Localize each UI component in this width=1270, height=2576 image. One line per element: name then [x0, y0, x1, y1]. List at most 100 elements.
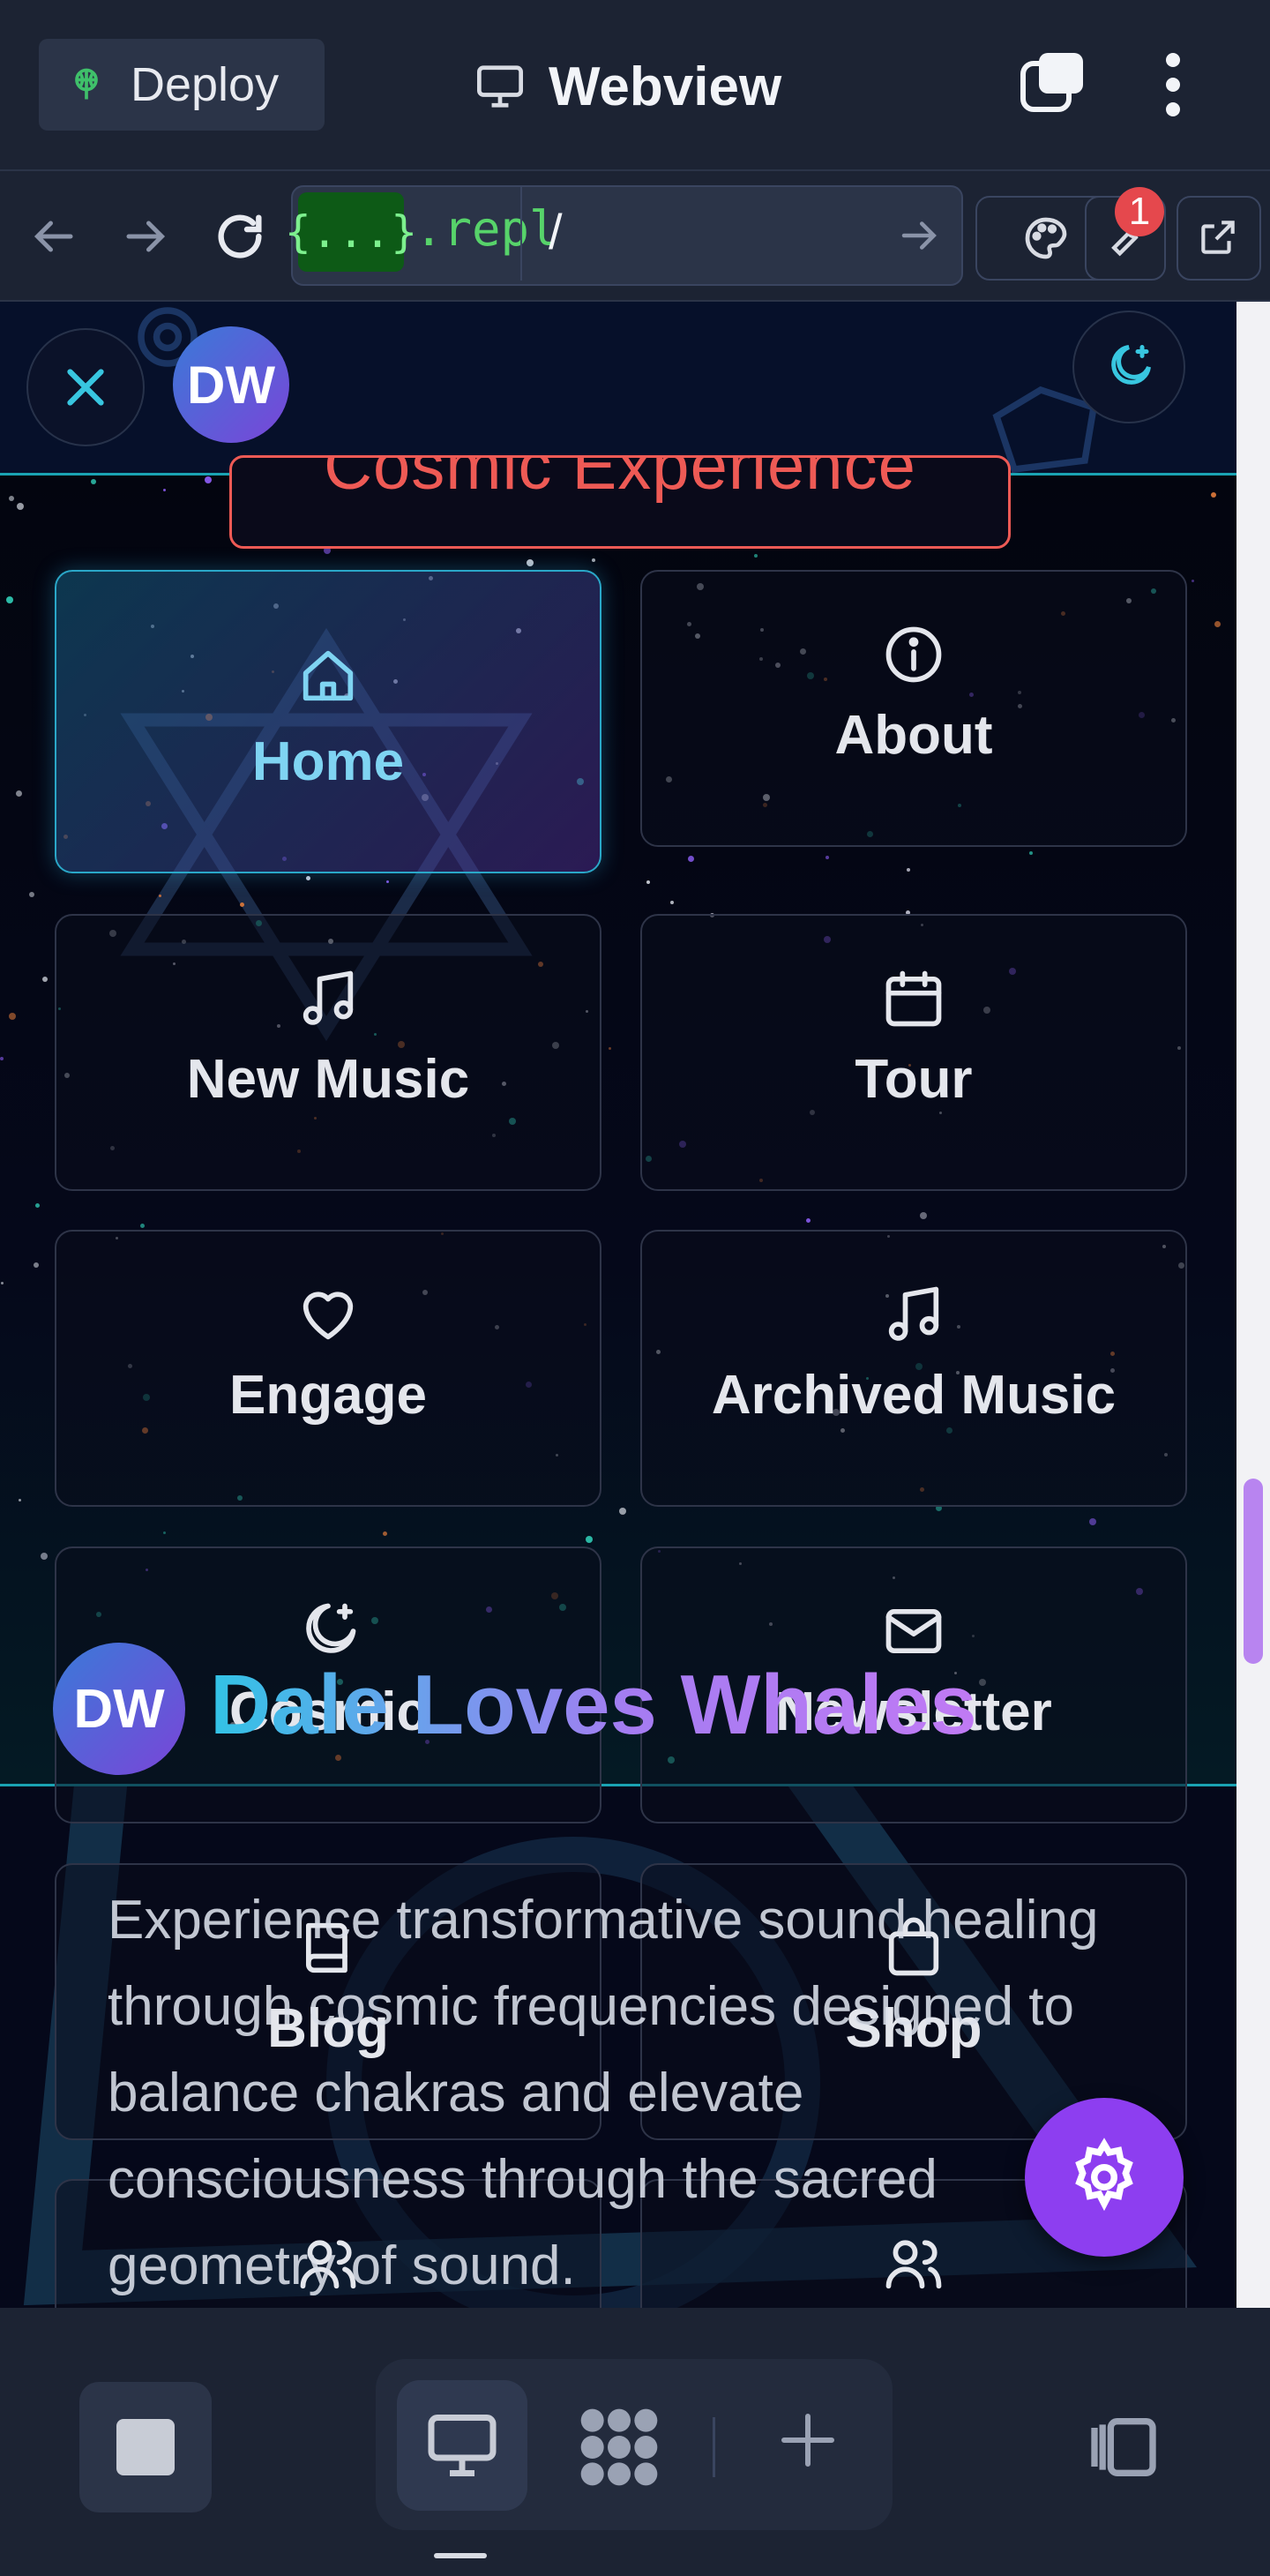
- star: [1029, 851, 1033, 855]
- deploy-button[interactable]: Deploy: [39, 39, 325, 131]
- menu-card-home[interactable]: Home: [55, 570, 601, 873]
- menu-card-label: Archived Music: [711, 1365, 1117, 1426]
- star: [383, 1531, 387, 1536]
- webview-title[interactable]: Webview: [474, 44, 781, 129]
- menu-card-about[interactable]: About: [640, 570, 1187, 847]
- avatar[interactable]: DW: [173, 326, 289, 443]
- plus-icon[interactable]: [776, 2408, 840, 2472]
- back-arrow-icon[interactable]: [26, 210, 79, 263]
- star: [646, 880, 650, 884]
- scrollbar-track[interactable]: [1236, 302, 1270, 2308]
- star: [0, 1057, 4, 1060]
- open-external-button[interactable]: [1177, 196, 1261, 281]
- external-link-icon: [1201, 221, 1235, 254]
- menu-card-archived-music[interactable]: Archived Music: [640, 1230, 1187, 1507]
- reload-icon[interactable]: [212, 208, 268, 265]
- menu-card-tour[interactable]: Tour: [640, 914, 1187, 1191]
- heart-icon: [303, 1292, 354, 1340]
- star: [1214, 621, 1221, 627]
- url-domain: .repl: [415, 201, 558, 257]
- side-panel-icon[interactable]: [1085, 2408, 1162, 2486]
- star: [41, 1553, 48, 1560]
- kebab-menu-icon[interactable]: [1155, 49, 1191, 120]
- banner-text: Cosmic Experience: [324, 455, 916, 504]
- desktop-icon: [428, 2415, 497, 2476]
- forward-arrow-icon[interactable]: [120, 210, 173, 263]
- go-arrow-icon[interactable]: [896, 212, 944, 259]
- close-menu-button[interactable]: [26, 328, 145, 446]
- hero-title: Dale Loves Whales: [210, 1658, 977, 1752]
- star: [907, 868, 910, 872]
- palette-icon: [1025, 217, 1067, 259]
- star: [163, 1531, 166, 1534]
- music-note-icon: [888, 1286, 939, 1341]
- monitor-icon: [477, 65, 523, 108]
- hero-avatar: DW: [53, 1643, 185, 1775]
- star: [19, 1499, 21, 1501]
- close-icon: [67, 369, 104, 406]
- music-note-icon: [303, 970, 354, 1025]
- menu-card-label: Engage: [229, 1365, 427, 1426]
- star: [1, 1282, 4, 1284]
- hero-description: Experience transformative sound healing …: [108, 1890, 1099, 2296]
- url-path[interactable]: /: [549, 203, 563, 260]
- url-chip: {...}: [285, 192, 417, 272]
- star: [586, 1536, 593, 1543]
- star: [1211, 492, 1216, 498]
- scrollbar-thumb[interactable]: [1244, 1479, 1263, 1664]
- moon-star-icon: [306, 1603, 356, 1653]
- star: [826, 856, 829, 859]
- star: [240, 902, 244, 907]
- star: [920, 1212, 927, 1219]
- menu-card-label: Tour: [855, 1049, 973, 1110]
- star: [6, 596, 13, 603]
- cosmic-experience-banner[interactable]: Cosmic Experience: [229, 455, 1011, 549]
- star: [159, 895, 161, 897]
- theme-toggle-button[interactable]: [1072, 311, 1185, 423]
- info-icon: [885, 626, 942, 683]
- stop-button[interactable]: [79, 2382, 212, 2512]
- deploy-icon: [75, 68, 98, 100]
- star: [35, 1203, 40, 1208]
- star: [9, 496, 14, 501]
- calendar-icon: [885, 970, 942, 1027]
- star: [34, 1262, 39, 1268]
- star: [9, 1013, 16, 1020]
- star: [91, 479, 96, 484]
- menu-card-label: New Music: [186, 1049, 470, 1110]
- star: [29, 892, 34, 897]
- stop-icon: [116, 2419, 175, 2475]
- webview-title-label: Webview: [549, 56, 782, 117]
- star: [619, 1508, 626, 1515]
- star: [205, 476, 212, 483]
- star: [163, 489, 166, 491]
- deploy-label: Deploy: [131, 58, 280, 111]
- star: [140, 1224, 145, 1228]
- star: [670, 901, 674, 904]
- star: [1089, 1518, 1096, 1525]
- home-indicator: [434, 2553, 487, 2558]
- star: [754, 554, 758, 558]
- star: [42, 977, 48, 982]
- menu-card-engage[interactable]: Engage: [55, 1230, 601, 1507]
- site-header: DW: [0, 302, 1236, 476]
- star: [1192, 580, 1194, 582]
- mail-icon: [885, 1608, 942, 1654]
- tabs-icon[interactable]: [1020, 49, 1087, 116]
- star: [592, 558, 595, 562]
- gear-icon: [1075, 2138, 1133, 2212]
- desktop-view-button[interactable]: [397, 2380, 527, 2511]
- star: [16, 790, 22, 797]
- settings-fab[interactable]: [1025, 2098, 1184, 2257]
- star: [609, 1047, 611, 1050]
- star: [806, 1218, 811, 1223]
- star: [527, 559, 534, 566]
- grid-dots-icon[interactable]: [573, 2401, 665, 2493]
- star: [306, 876, 310, 880]
- menu-card-new-music[interactable]: New Music: [55, 914, 601, 1191]
- home-icon: [303, 650, 354, 701]
- menu-card-label: Home: [251, 731, 405, 792]
- star: [688, 856, 694, 862]
- url-divider: [520, 187, 522, 281]
- star: [17, 503, 24, 510]
